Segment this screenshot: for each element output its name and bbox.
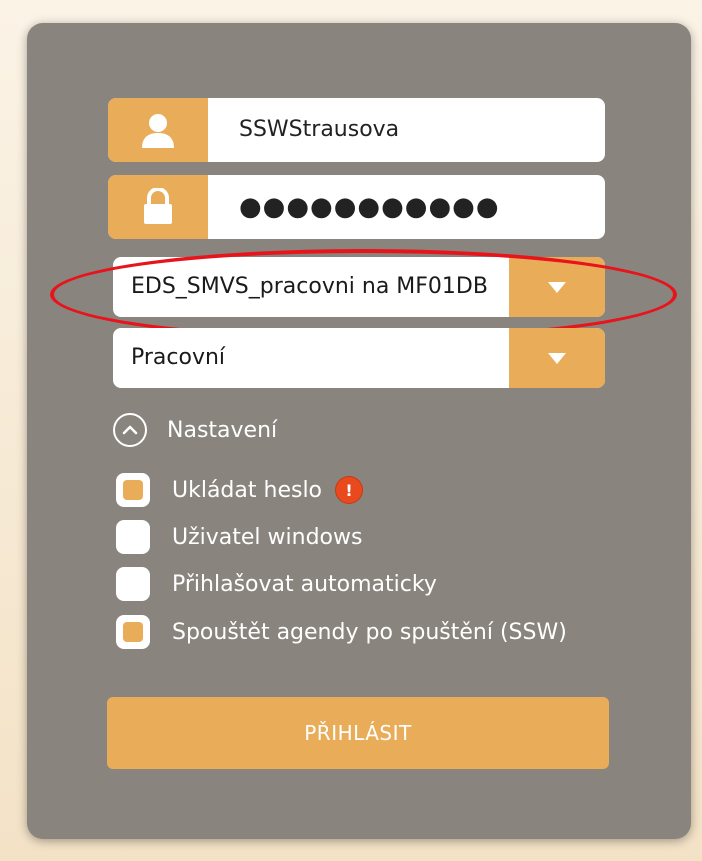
user-icon: [108, 98, 208, 162]
password-value[interactable]: ●●●●●●●●●●●: [239, 175, 500, 239]
option-run-agendas[interactable]: Spouštět agendy po spuštění (SSW): [116, 612, 567, 652]
username-value[interactable]: SSWStrausova: [239, 98, 399, 162]
dropdown-arrow-icon: [548, 352, 566, 364]
login-button[interactable]: PŘIHLÁSIT: [107, 697, 609, 769]
environment-select[interactable]: Pracovní: [113, 328, 605, 388]
lock-icon: [108, 175, 208, 239]
dropdown-arrow-icon: [548, 281, 566, 293]
username-field[interactable]: SSWStrausova: [108, 98, 605, 162]
chevron-up-icon: [113, 413, 147, 447]
option-label: Ukládat heslo: [172, 477, 323, 503]
option-save-password[interactable]: Ukládat heslo !: [116, 470, 363, 510]
environment-select-value: Pracovní: [131, 345, 226, 370]
exclamation-icon: !: [336, 477, 363, 503]
checkbox-auto-login[interactable]: [116, 567, 150, 601]
database-select[interactable]: EDS_SMVS_pracovni na MF01DB: [113, 257, 605, 317]
environment-dropdown-button[interactable]: [509, 328, 605, 388]
password-field[interactable]: ●●●●●●●●●●●: [108, 175, 605, 239]
checkbox-windows-user[interactable]: [116, 520, 150, 554]
database-dropdown-button[interactable]: [509, 257, 605, 317]
database-select-value: EDS_SMVS_pracovni na MF01DB: [131, 274, 488, 299]
option-label: Uživatel windows: [172, 524, 363, 550]
settings-label: Nastavení: [167, 417, 278, 443]
checkbox-save-password[interactable]: [116, 473, 150, 507]
option-label: Přihlašovat automaticky: [172, 571, 437, 597]
option-label: Spouštět agendy po spuštění (SSW): [172, 619, 567, 645]
option-windows-user[interactable]: Uživatel windows: [116, 517, 362, 557]
option-auto-login[interactable]: Přihlašovat automaticky: [116, 564, 437, 604]
checkbox-run-agendas[interactable]: [116, 615, 150, 649]
settings-toggle[interactable]: Nastavení: [113, 410, 277, 450]
